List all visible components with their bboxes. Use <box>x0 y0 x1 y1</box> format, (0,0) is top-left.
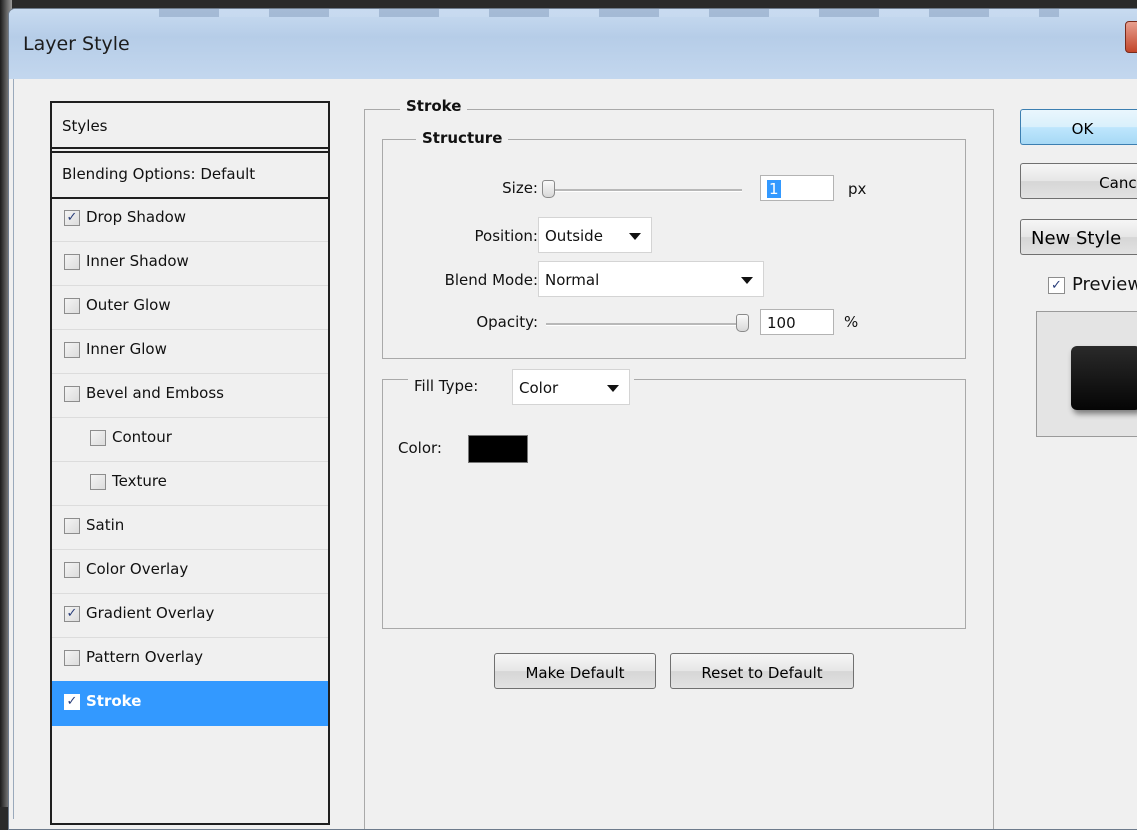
pattern-overlay-checkbox[interactable] <box>64 650 80 666</box>
color-overlay-checkbox[interactable] <box>64 562 80 578</box>
fill-type-label: Fill Type: <box>414 377 479 395</box>
reset-to-default-button[interactable]: Reset to Default <box>670 653 854 689</box>
stroke-group-title: Stroke <box>400 97 468 115</box>
style-item-satin[interactable]: Satin <box>52 505 328 550</box>
opacity-label: Opacity: <box>476 313 538 331</box>
chevron-down-icon <box>741 277 753 284</box>
inner-glow-checkbox[interactable] <box>64 342 80 358</box>
style-item-label: Drop Shadow <box>86 208 187 226</box>
styles-panel: Styles Blending Options: Default ✓ Drop … <box>50 101 330 825</box>
opacity-input[interactable]: 100 <box>760 309 834 335</box>
style-item-label: Outer Glow <box>86 296 171 314</box>
stroke-color-swatch[interactable] <box>468 435 528 463</box>
style-item-label: Inner Glow <box>86 340 167 358</box>
stroke-checkbox[interactable]: ✓ <box>64 694 80 710</box>
title-bar-gloss <box>159 9 1059 17</box>
opacity-unit: % <box>844 313 859 331</box>
outer-glow-checkbox[interactable] <box>64 298 80 314</box>
style-item-label: Gradient Overlay <box>86 604 215 622</box>
style-item-bevel-emboss[interactable]: Bevel and Emboss <box>52 373 328 418</box>
style-item-label: Inner Shadow <box>86 252 189 270</box>
chevron-down-icon <box>629 233 641 240</box>
blend-mode-value: Normal <box>545 271 600 289</box>
style-item-label: Satin <box>86 516 125 534</box>
color-label: Color: <box>398 439 442 457</box>
style-item-inner-glow[interactable]: Inner Glow <box>52 329 328 374</box>
opacity-slider-track[interactable] <box>546 323 742 326</box>
style-item-pattern-overlay[interactable]: Pattern Overlay <box>52 637 328 682</box>
fill-type-legend: Fill Type: Color <box>408 365 634 411</box>
size-label: Size: <box>502 179 538 197</box>
styles-header[interactable]: Styles <box>52 103 328 149</box>
style-item-drop-shadow[interactable]: ✓ Drop Shadow <box>52 197 328 242</box>
position-value: Outside <box>545 227 603 245</box>
preview-label: Preview <box>1072 274 1137 295</box>
opacity-value: 100 <box>767 314 796 332</box>
styles-header-label: Styles <box>62 117 108 135</box>
style-preview-box <box>1036 311 1137 437</box>
fill-type-group <box>382 379 966 629</box>
ok-button[interactable]: OK <box>1020 109 1137 145</box>
window-title: Layer Style <box>23 33 130 55</box>
style-preview-swatch <box>1071 346 1137 410</box>
style-item-contour[interactable]: Contour <box>52 417 328 462</box>
style-item-label: Pattern Overlay <box>86 648 204 666</box>
size-unit: px <box>848 180 867 198</box>
size-slider-track[interactable] <box>546 189 742 192</box>
satin-checkbox[interactable] <box>64 518 80 534</box>
opacity-slider-thumb[interactable] <box>736 314 749 332</box>
size-value: 1 <box>767 180 781 198</box>
style-item-inner-shadow[interactable]: Inner Shadow <box>52 241 328 286</box>
fill-type-dropdown[interactable]: Color <box>512 369 630 405</box>
contour-checkbox[interactable] <box>90 430 106 446</box>
cancel-button[interactable]: Cancel <box>1020 163 1137 199</box>
title-bar[interactable]: Layer Style <box>9 9 1137 79</box>
style-item-label: Bevel and Emboss <box>86 384 224 402</box>
fill-type-value: Color <box>519 379 559 397</box>
bevel-emboss-checkbox[interactable] <box>64 386 80 402</box>
blending-options-item[interactable]: Blending Options: Default <box>52 151 328 199</box>
size-slider-thumb[interactable] <box>542 180 555 198</box>
style-item-label: Stroke <box>86 692 142 710</box>
chevron-down-icon <box>607 385 619 392</box>
style-item-gradient-overlay[interactable]: ✓ Gradient Overlay <box>52 593 328 638</box>
texture-checkbox[interactable] <box>90 474 106 490</box>
layer-style-dialog: Layer Style Styles Blending Options: Def… <box>8 8 1137 830</box>
size-input[interactable]: 1 <box>760 175 834 201</box>
style-item-texture[interactable]: Texture <box>52 461 328 506</box>
inner-shadow-checkbox[interactable] <box>64 254 80 270</box>
blend-mode-dropdown[interactable]: Normal <box>538 261 764 297</box>
style-item-label: Texture <box>112 472 167 490</box>
close-button[interactable] <box>1125 21 1137 53</box>
structure-group-title: Structure <box>416 129 509 147</box>
style-item-outer-glow[interactable]: Outer Glow <box>52 285 328 330</box>
blend-mode-label: Blend Mode: <box>444 271 538 289</box>
make-default-button[interactable]: Make Default <box>494 653 656 689</box>
style-item-color-overlay[interactable]: Color Overlay <box>52 549 328 594</box>
position-label: Position: <box>474 227 538 245</box>
drop-shadow-checkbox[interactable]: ✓ <box>64 210 80 226</box>
style-item-label: Color Overlay <box>86 560 189 578</box>
style-item-stroke[interactable]: ✓ Stroke <box>52 681 328 726</box>
dialog-client: Styles Blending Options: Default ✓ Drop … <box>13 79 1137 829</box>
preview-checkbox[interactable]: ✓ <box>1048 277 1065 294</box>
gradient-overlay-checkbox[interactable]: ✓ <box>64 606 80 622</box>
new-style-button[interactable]: New Style <box>1020 219 1137 255</box>
style-item-label: Contour <box>112 428 172 446</box>
blending-options-label: Blending Options: Default <box>62 165 256 183</box>
position-dropdown[interactable]: Outside <box>538 217 652 253</box>
